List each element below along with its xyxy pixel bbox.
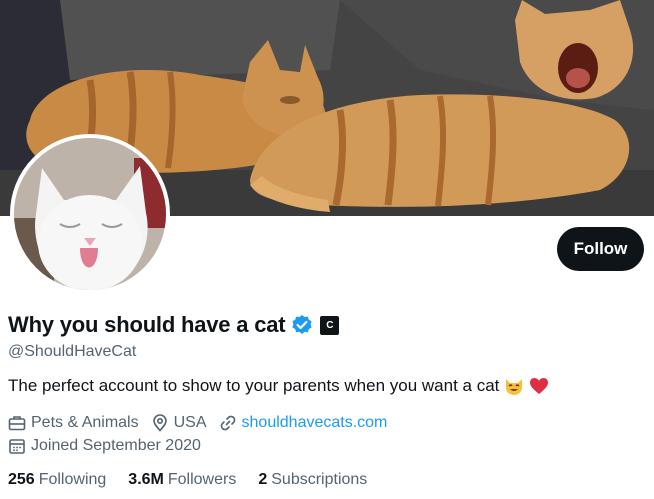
profile-location: USA [151,414,207,432]
profile-joined-row: Joined September 2020 [8,437,213,455]
briefcase-icon [8,416,26,431]
profile-joined: Joined September 2020 [8,437,201,455]
profile-handle: @ShouldHaveCat [8,343,137,360]
calendar-icon [9,439,25,454]
followers-link[interactable]: 3.6M Followers [128,471,236,489]
profile-website[interactable]: shouldhavecats.com [219,414,388,432]
smiling-cat-emoji [504,376,524,396]
subscriptions-count: 2 [258,471,268,488]
follow-button[interactable]: Follow [557,227,644,271]
profile-avatar[interactable] [10,134,170,294]
display-name: Why you should have a cat [8,312,286,337]
subscriptions-label: Subscriptions [271,471,368,488]
website-link[interactable]: shouldhavecats.com [242,414,388,432]
profile-stats: 256 Following 3.6M Followers 2 Subscription… [8,471,389,489]
location-pin-icon [152,414,167,432]
profile-category: Pets & Animals [8,414,139,432]
location-label: USA [173,414,207,431]
red-heart-emoji [529,376,549,396]
bio-text: The perfect account to show to your pare… [8,376,500,395]
following-link[interactable]: 256 Following [8,471,106,489]
affiliation-badge[interactable]: C [320,315,340,335]
subscriptions-link[interactable]: 2 Subscriptions [258,471,367,489]
verified-check-icon[interactable] [291,314,313,336]
following-label: Following [38,471,107,488]
profile-name-row: Why you should have a cat C [8,310,340,340]
avatar-image [14,138,166,290]
joined-label: Joined September 2020 [31,437,201,454]
category-label: Pets & Animals [31,414,139,431]
profile-meta-row: Pets & Animals USA shouldhavecats.com [8,414,399,432]
link-icon [220,415,235,431]
following-count: 256 [8,471,35,488]
followers-count: 3.6M [128,471,164,488]
affiliation-badge-label: C [326,319,334,331]
profile-bio: The perfect account to show to your pare… [8,376,549,396]
followers-label: Followers [167,471,237,488]
